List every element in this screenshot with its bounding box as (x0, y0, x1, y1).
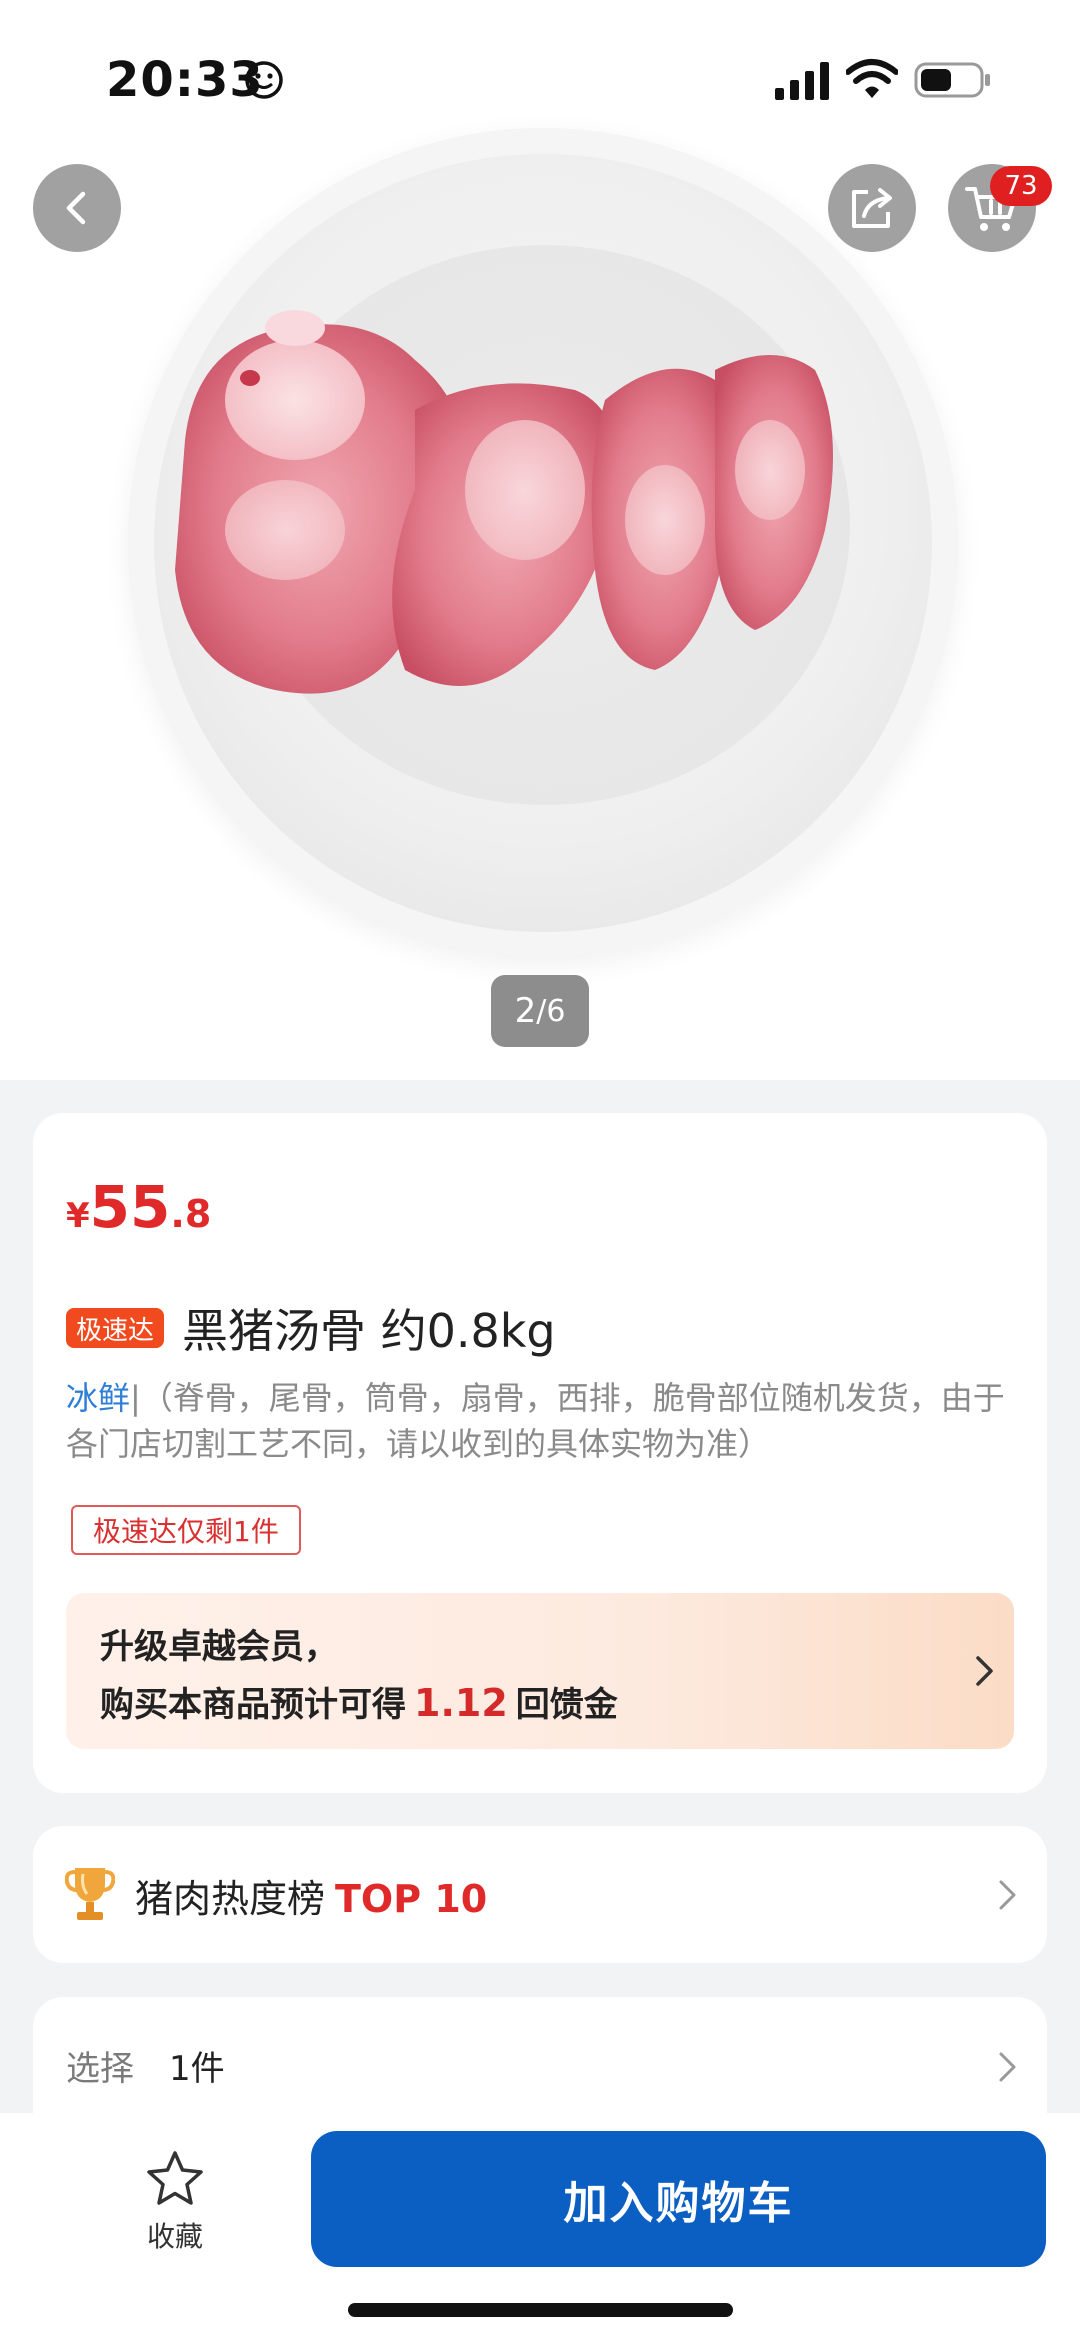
price-decimal: .8 (170, 1192, 212, 1236)
home-indicator[interactable] (348, 2303, 733, 2317)
chevron-right-icon (999, 2052, 1016, 2082)
share-button[interactable] (828, 164, 916, 252)
product-detail-page: 20:33 73 2 / 6 ¥55.8 极速达 黑猪汤骨 约0.8kg 冰鲜|… (0, 0, 1080, 2341)
chevron-right-icon (976, 1656, 993, 1686)
rebate-amount: 1.12 (414, 1681, 508, 1725)
status-bar: 20:33 (0, 0, 1080, 140)
wifi-icon (846, 59, 898, 98)
cart-count-badge: 73 (990, 166, 1052, 206)
status-time: 20:33 (106, 52, 264, 108)
stock-tag: 极速达仅剩1件 (71, 1505, 301, 1555)
fresh-tag: 冰鲜 (66, 1379, 131, 1417)
product-price: ¥55.8 (66, 1173, 211, 1241)
ranking-title: 猪肉热度榜 (135, 1877, 326, 1921)
back-button[interactable] (33, 164, 121, 252)
price-currency: ¥ (66, 1196, 90, 1236)
image-pager: 2/6 (491, 975, 589, 1047)
trophy-icon (65, 1868, 115, 1920)
speed-delivery-badge: 极速达 (66, 1308, 165, 1348)
member-line2: 购买本商品预计可得 1.12 回馈金 (100, 1677, 618, 1726)
price-integer: 55 (89, 1173, 171, 1241)
star-icon (147, 2151, 203, 2205)
share-icon (852, 188, 892, 228)
favorite-label: 收藏 (146, 2220, 203, 2253)
chevron-right-icon (999, 1880, 1016, 1910)
cellular-signal-icon (775, 62, 829, 100)
back-icon (66, 191, 86, 225)
member-line2-suffix: 回馈金 (515, 1685, 618, 1725)
pork-bone-image (175, 310, 833, 694)
selection-value: 1件 (169, 2049, 225, 2089)
ranking-label: 猪肉热度榜 TOP 10 (135, 1868, 487, 1923)
ranking-top: TOP 10 (335, 1877, 488, 1921)
product-description: 冰鲜|（脊骨，尾骨，筒骨，扇骨，西排，脆骨部位随机发货，由于各门店切割工艺不同，… (66, 1375, 1016, 1467)
pager-current: 2 (514, 991, 537, 1031)
member-upgrade-banner[interactable]: 升级卓越会员， 购买本商品预计可得 1.12 回馈金 (66, 1593, 1014, 1749)
member-line2-prefix: 购买本商品预计可得 (100, 1685, 406, 1725)
product-info-card: ¥55.8 极速达 黑猪汤骨 约0.8kg 冰鲜|（脊骨，尾骨，筒骨，扇骨，西排… (33, 1113, 1047, 1793)
pager-total: 6 (546, 993, 566, 1029)
member-line1: 升级卓越会员， (100, 1627, 338, 1667)
title-row: 极速达 黑猪汤骨 约0.8kg (66, 1295, 556, 1361)
product-image-gallery[interactable]: 20:33 73 2 / 6 (0, 0, 1080, 1080)
ranking-card[interactable]: 猪肉热度榜 TOP 10 (33, 1826, 1047, 1963)
smiley-icon (245, 61, 283, 99)
favorite-button[interactable]: 收藏 (130, 2149, 220, 2255)
add-to-cart-button[interactable]: 加入购物车 (311, 2131, 1046, 2267)
selection-label: 选择 (66, 2049, 134, 2089)
battery-icon (914, 62, 990, 98)
product-title: 黑猪汤骨 约0.8kg (182, 1304, 556, 1358)
description-text: |（脊骨，尾骨，筒骨，扇骨，西排，脆骨部位随机发货，由于各门店切割工艺不同，请以… (66, 1379, 1005, 1463)
